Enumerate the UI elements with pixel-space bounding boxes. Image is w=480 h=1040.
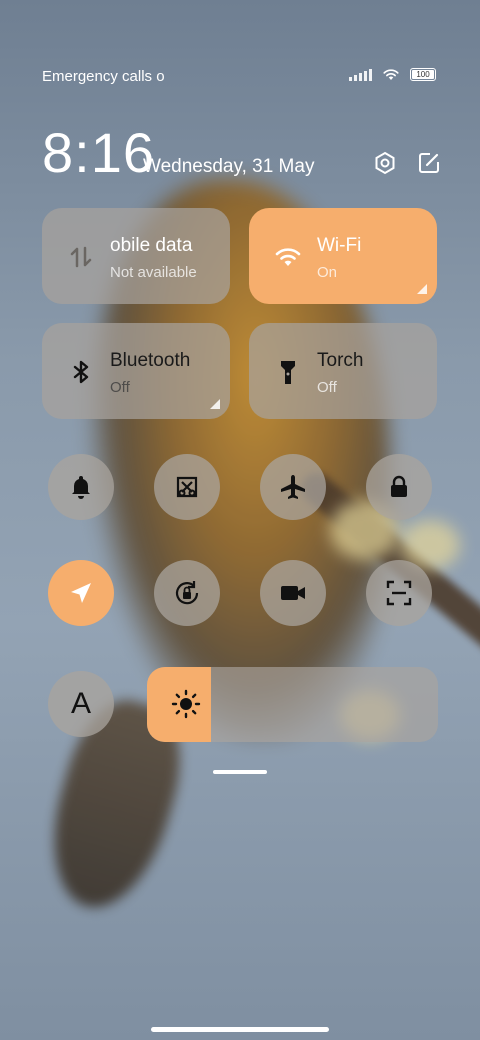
status-icons: 100 xyxy=(349,67,436,81)
torch-title: Torch xyxy=(317,350,364,371)
header: 8:16 Wednesday, 31 May xyxy=(42,120,442,190)
mobile-data-tile[interactable]: obile data Not available xyxy=(42,208,230,304)
location-toggle[interactable] xyxy=(48,560,114,626)
wifi-title: Wi-Fi xyxy=(317,235,362,256)
battery-icon: 100 xyxy=(410,67,436,81)
wifi-expand-icon[interactable] xyxy=(417,284,427,294)
brightness-slider[interactable] xyxy=(147,667,438,742)
torch-icon xyxy=(281,361,295,384)
bell-toggle[interactable] xyxy=(48,454,114,520)
clock: 8:16 xyxy=(42,121,155,184)
header-actions xyxy=(372,150,442,176)
mobile-data-title: obile data xyxy=(110,235,193,256)
torch-subtitle: Off xyxy=(317,379,337,396)
location-icon xyxy=(71,583,91,603)
rotation-lock-icon xyxy=(175,581,199,605)
signal-icon xyxy=(349,68,372,81)
carrier-status-text: Emergency calls o xyxy=(42,68,165,85)
edit-icon[interactable] xyxy=(416,150,442,176)
wifi-tile[interactable]: Wi-Fi On xyxy=(249,208,437,304)
status-bar: Emergency calls o 100 xyxy=(0,60,480,92)
battery-level: 100 xyxy=(416,69,430,79)
video-camera-toggle[interactable] xyxy=(260,560,326,626)
bluetooth-tile[interactable]: Bluetooth Off xyxy=(42,323,230,419)
wifi-icon xyxy=(275,248,301,266)
brightness-icon xyxy=(171,689,201,719)
torch-tile[interactable]: Torch Off xyxy=(249,323,437,419)
panel-drag-handle[interactable] xyxy=(213,770,267,774)
settings-icon[interactable] xyxy=(372,150,398,176)
bell-icon xyxy=(72,476,90,499)
bluetooth-title: Bluetooth xyxy=(110,350,191,371)
video-camera-icon xyxy=(281,586,305,600)
bluetooth-icon xyxy=(73,360,89,384)
font-size-label: A xyxy=(70,687,91,720)
rotation-lock-toggle[interactable] xyxy=(154,560,220,626)
lock-toggle[interactable] xyxy=(366,454,432,520)
airplane-toggle[interactable] xyxy=(260,454,326,520)
bluetooth-expand-icon[interactable] xyxy=(210,399,220,409)
wifi-status-icon xyxy=(383,69,399,80)
mobile-data-icon xyxy=(70,246,92,268)
wifi-subtitle: On xyxy=(317,264,338,281)
screenshot-toggle[interactable] xyxy=(154,454,220,520)
date: Wednesday, 31 May xyxy=(143,156,315,177)
font-size-toggle[interactable]: A xyxy=(48,671,114,737)
screenshot-icon xyxy=(176,476,198,498)
bluetooth-subtitle: Off xyxy=(110,379,130,396)
scan-toggle[interactable] xyxy=(366,560,432,626)
airplane-icon xyxy=(281,475,305,499)
mobile-data-subtitle: Not available xyxy=(110,264,197,281)
scan-icon xyxy=(386,580,412,606)
lock-icon xyxy=(391,475,407,497)
home-indicator[interactable] xyxy=(151,1027,329,1032)
